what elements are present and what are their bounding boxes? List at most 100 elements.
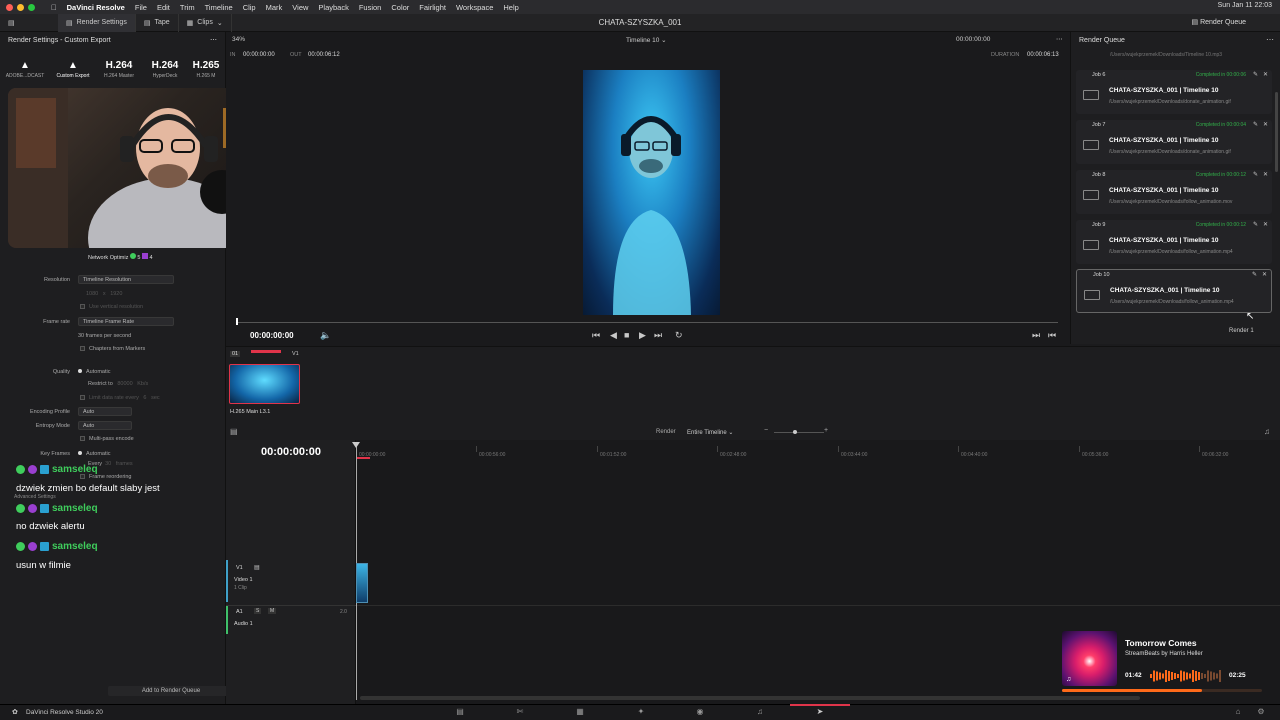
more-options-icon[interactable]: ⋯: [1266, 35, 1274, 44]
edit-icon[interactable]: ✎: [1253, 221, 1258, 228]
fusion-page-icon[interactable]: ✦: [636, 707, 646, 716]
encoding-profile-dropdown[interactable]: Auto: [78, 407, 132, 416]
edit-icon[interactable]: ✎: [1252, 271, 1257, 278]
color-page-icon[interactable]: ◉: [695, 707, 705, 716]
zoom-slider-handle[interactable]: [793, 430, 797, 434]
next-clip-icon[interactable]: ⏭: [1032, 330, 1040, 341]
scrubber-handle[interactable]: [236, 318, 238, 325]
keyframes-auto-radio[interactable]: Automatic: [78, 451, 110, 457]
render-job[interactable]: Job 9 Completed in 00:00:12 ✎ ✕ CHATA-SZ…: [1076, 220, 1272, 264]
edit-icon[interactable]: ✎: [1253, 71, 1258, 78]
mute-button[interactable]: M: [268, 608, 277, 614]
close-icon[interactable]: ✕: [1263, 71, 1268, 78]
fairlight-page-icon[interactable]: ♫: [755, 707, 765, 716]
menu-mark[interactable]: Mark: [266, 3, 283, 12]
lock-icon[interactable]: ▤: [254, 564, 260, 571]
go-to-start-icon[interactable]: ⏮: [592, 330, 600, 341]
advanced-settings[interactable]: Advanced Settings: [14, 494, 56, 500]
menubar-clock[interactable]: Sun Jan 11 22:03: [1218, 2, 1272, 9]
apple-icon[interactable]: : [51, 3, 57, 12]
render-job[interactable]: Job 7 Completed in 00:00:04 ✎ ✕ CHATA-SZ…: [1076, 120, 1272, 164]
entropy-dropdown[interactable]: Auto: [78, 421, 132, 430]
in-timecode[interactable]: 00:00:00:00: [243, 52, 275, 58]
menu-color[interactable]: Color: [391, 3, 409, 12]
menu-trim[interactable]: Trim: [180, 3, 195, 12]
edit-icon[interactable]: ✎: [1253, 121, 1258, 128]
close-icon[interactable]: ✕: [1263, 221, 1268, 228]
preset-h264-master[interactable]: H.264 H.264 Master: [96, 60, 142, 79]
menu-view[interactable]: View: [292, 3, 308, 12]
zoom-slider[interactable]: [774, 432, 824, 433]
minimize-window-button[interactable]: [17, 3, 24, 11]
menu-help[interactable]: Help: [503, 3, 518, 12]
render-range-dropdown[interactable]: Entire Timeline ⌄: [687, 429, 733, 436]
edit-icon[interactable]: ✎: [1253, 171, 1258, 178]
menu-edit[interactable]: Edit: [157, 3, 170, 12]
stop-icon[interactable]: ■: [624, 330, 629, 340]
resolution-dropdown[interactable]: Timeline Resolution: [78, 275, 174, 284]
timeline-scrollbar[interactable]: [360, 696, 1140, 700]
zoom-in-icon[interactable]: +: [824, 427, 828, 434]
menu-clip[interactable]: Clip: [243, 3, 256, 12]
add-to-render-queue-button[interactable]: Add to Render Queue: [108, 686, 234, 696]
close-icon[interactable]: ✕: [1263, 171, 1268, 178]
settings-icon[interactable]: ⚙: [1256, 707, 1266, 716]
timeline-video-clip[interactable]: [356, 563, 368, 603]
render-settings-tab[interactable]: ▤ Render Settings: [58, 13, 136, 32]
close-icon[interactable]: ✕: [1263, 121, 1268, 128]
render-button[interactable]: Render 1: [1229, 328, 1254, 334]
quality-automatic-radio[interactable]: Automatic: [78, 369, 110, 375]
render-job-selected[interactable]: Job 10 ✎ ✕ CHATA-SZYSZKA_001 | Timeline …: [1076, 269, 1272, 313]
preset-custom-export[interactable]: ▲ Custom Export: [50, 60, 96, 79]
timeline-options-icon[interactable]: ▤: [230, 427, 238, 436]
restrict-to-radio[interactable]: Restrict to 80000 Kb/s: [88, 381, 148, 387]
audio-meter-icon[interactable]: ♫: [1264, 427, 1270, 436]
home-icon[interactable]: ⌂: [1233, 707, 1243, 716]
edit-page-icon[interactable]: ▦: [575, 707, 585, 716]
zoom-out-icon[interactable]: −: [764, 427, 768, 434]
preset-adobe[interactable]: ▲ ADOBE...DCAST: [2, 60, 48, 79]
preset-h265[interactable]: H.265 H.265 M: [188, 60, 224, 79]
viewer-scrubber[interactable]: [236, 322, 1058, 323]
reverse-play-icon[interactable]: ◀: [610, 330, 617, 341]
more-options-icon[interactable]: ⋯: [210, 36, 217, 44]
render-queue-toggle[interactable]: ▤ Render Queue: [1192, 18, 1246, 26]
go-to-end-icon[interactable]: ⏭: [654, 330, 662, 341]
tape-tab[interactable]: ▤ Tape: [136, 13, 179, 32]
render-job[interactable]: Job 6 Completed in 00:00:06 ✎ ✕ CHATA-SZ…: [1076, 70, 1272, 114]
timeline-tracks-area[interactable]: [356, 440, 1280, 704]
volume-icon[interactable]: 🔈: [320, 330, 331, 341]
scrollbar[interactable]: [1275, 92, 1278, 172]
menu-file[interactable]: File: [135, 3, 147, 12]
network-optimization[interactable]: Network Optimiz 5 4: [88, 253, 153, 261]
cut-page-icon[interactable]: ✄: [515, 707, 525, 716]
more-options-icon[interactable]: ⋯: [1056, 35, 1063, 43]
maximize-window-button[interactable]: [28, 3, 35, 11]
clips-tab[interactable]: ▦ Clips ⌄: [179, 13, 232, 32]
menu-fusion[interactable]: Fusion: [359, 3, 382, 12]
menu-playback[interactable]: Playback: [318, 3, 348, 12]
play-icon[interactable]: ▶: [639, 330, 646, 341]
menu-workspace[interactable]: Workspace: [456, 3, 493, 12]
menu-app-name[interactable]: DaVinci Resolve: [67, 3, 125, 12]
render-job[interactable]: Job 8 Completed in 00:00:12 ✎ ✕ CHATA-SZ…: [1076, 170, 1272, 214]
solo-button[interactable]: S: [254, 608, 262, 614]
timeline-selector[interactable]: Timeline 10 ⌄: [626, 36, 667, 44]
menu-fairlight[interactable]: Fairlight: [419, 3, 446, 12]
use-vertical-checkbox[interactable]: Use vertical resolution: [80, 304, 143, 310]
playhead-handle[interactable]: [352, 442, 360, 448]
close-icon[interactable]: ✕: [1262, 271, 1267, 278]
prev-clip-icon[interactable]: ⏮: [1048, 330, 1056, 341]
out-timecode[interactable]: 00:00:06:12: [308, 52, 340, 58]
clip-thumbnail[interactable]: [229, 364, 300, 404]
close-window-button[interactable]: [6, 3, 13, 11]
media-page-icon[interactable]: ▤: [455, 707, 465, 716]
viewer-frame[interactable]: [583, 70, 720, 315]
chapters-checkbox[interactable]: Chapters from Markers: [80, 346, 145, 352]
menu-timeline[interactable]: Timeline: [205, 3, 233, 12]
preset-hyperdeck[interactable]: H.264 HyperDeck: [142, 60, 188, 79]
zoom-level[interactable]: 34%: [232, 36, 245, 43]
deliver-page-icon[interactable]: ➤: [815, 707, 825, 716]
frame-rate-dropdown[interactable]: Timeline Frame Rate: [78, 317, 174, 326]
workspace-icon[interactable]: ▤: [0, 14, 58, 32]
